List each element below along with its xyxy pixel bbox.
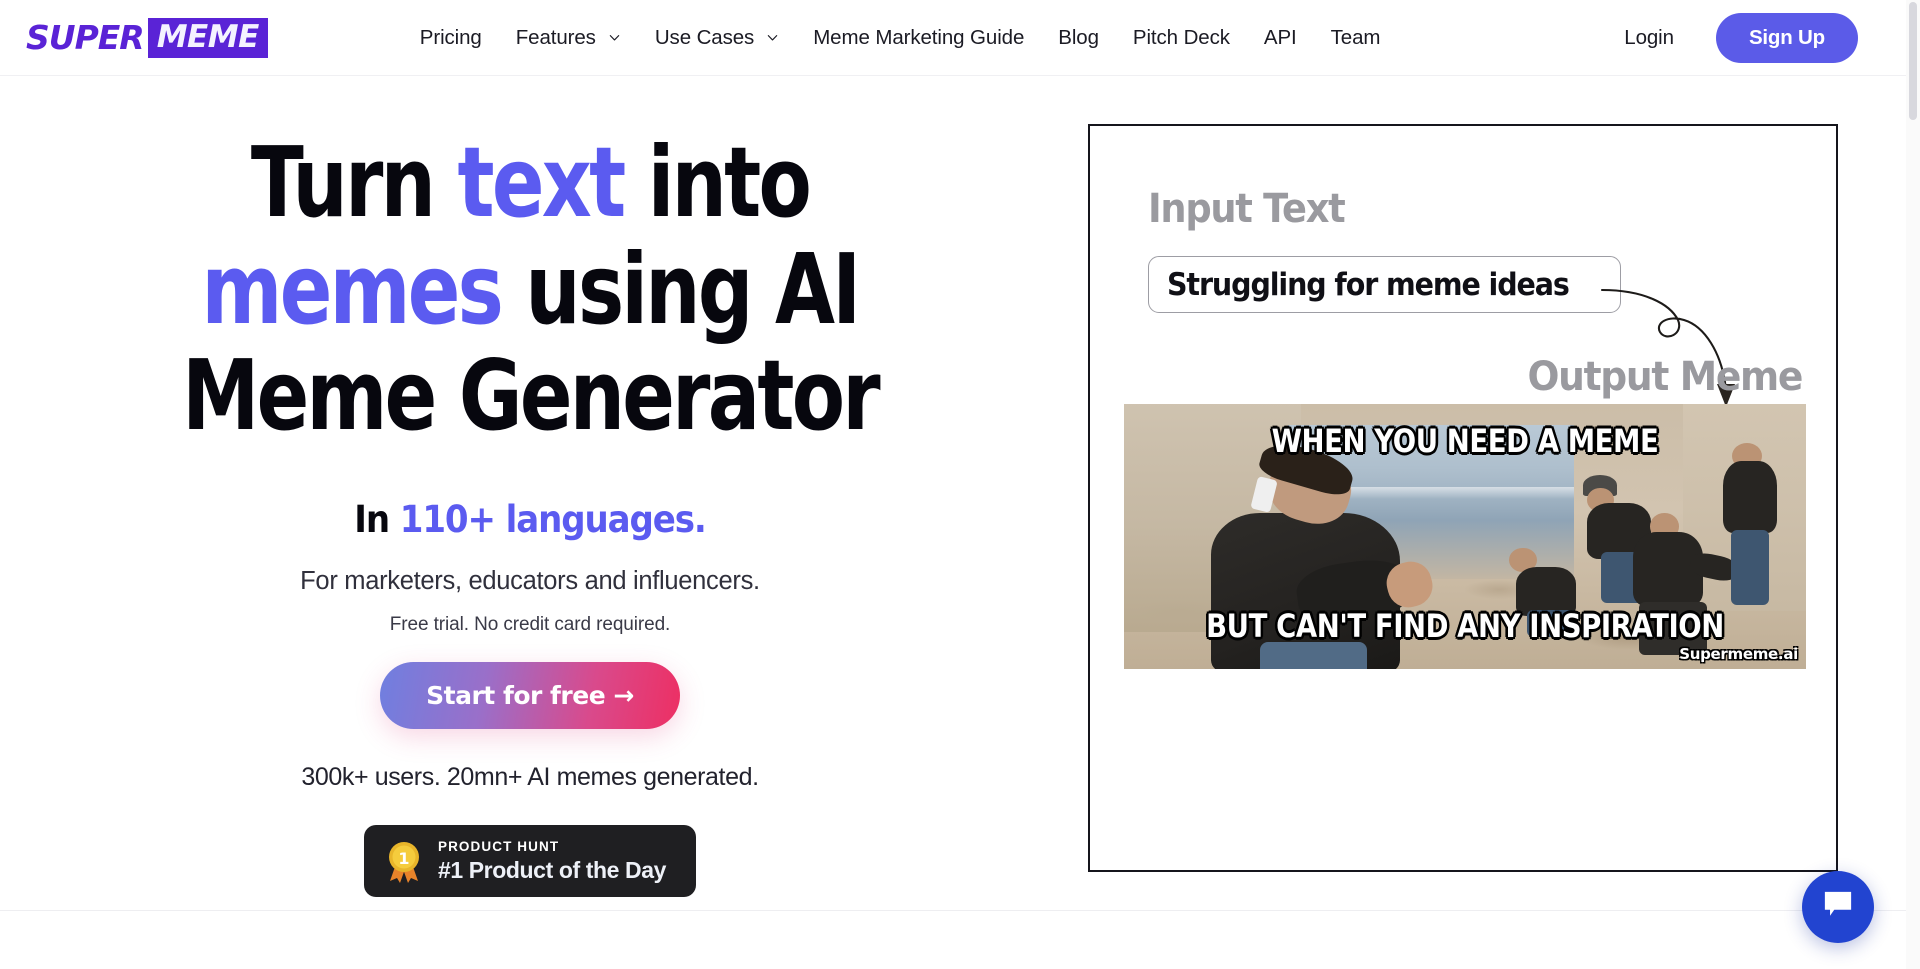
svg-text:1: 1 — [398, 849, 409, 868]
product-hunt-title: #1 Product of the Day — [437, 856, 667, 883]
nav-item-blog[interactable]: Blog — [1041, 18, 1116, 58]
page-title: Turn text into memes using AI Meme Gener… — [106, 129, 954, 453]
signup-button[interactable]: Sign Up — [1715, 12, 1858, 63]
logo-text-meme: MEME — [156, 18, 260, 55]
chat-bubble-icon — [1822, 890, 1854, 925]
scrollbar-thumb[interactable] — [1909, 2, 1917, 120]
headline-part: Turn — [250, 126, 458, 239]
usage-stats-text: 300k+ users. 20mn+ AI memes generated. — [301, 763, 759, 792]
nav-item-api[interactable]: API — [1247, 18, 1314, 58]
top-navigation-bar: SUPER MEME Pricing Features Use Cases Me… — [0, 0, 1906, 76]
demo-inner: Input Text Struggling for meme ideas Out… — [1090, 126, 1836, 870]
nav-label: Meme Marketing Guide — [813, 25, 1025, 49]
product-hunt-badge[interactable]: 1 PRODUCT HUNT #1 Product of the Day — [363, 825, 697, 898]
nav-label: Pitch Deck — [1132, 25, 1230, 49]
nav-label: Features — [515, 25, 596, 49]
meme-bottom-caption: BUT CAN'T FIND ANY INSPIRATION — [1206, 607, 1724, 645]
nav-label: Team — [1330, 25, 1381, 49]
supermeme-logo[interactable]: SUPER MEME — [26, 16, 268, 60]
nav-links: Pricing Features Use Cases Meme Marketin… — [403, 18, 1398, 58]
login-link[interactable]: Login — [1604, 18, 1694, 58]
start-for-free-button[interactable]: Start for free → — [380, 662, 680, 730]
product-hunt-texts: PRODUCT HUNT #1 Product of the Day — [438, 839, 666, 884]
meme-top-caption: WHEN YOU NEED A MEME — [1271, 422, 1659, 460]
logo-meme-box: MEME — [147, 17, 268, 58]
generated-meme-image: WHEN YOU NEED A MEME BUT CAN'T FIND ANY … — [1124, 404, 1806, 669]
demo-input-value: Struggling for meme ideas — [1167, 266, 1570, 303]
demo-text-input[interactable]: Struggling for meme ideas — [1148, 256, 1621, 313]
nav-item-use-cases[interactable]: Use Cases — [638, 18, 796, 58]
output-meme-label: Output Meme — [1527, 354, 1803, 400]
foreground-man-headphone — [1250, 475, 1279, 513]
product-hunt-wrapper: 1 PRODUCT HUNT #1 Product of the Day — [0, 825, 1060, 898]
background-figure-standing — [1717, 441, 1785, 606]
headline-line-2: Meme Generator — [182, 339, 881, 453]
nav-item-team[interactable]: Team — [1314, 18, 1398, 58]
nav-item-pricing[interactable]: Pricing — [403, 18, 499, 58]
trial-note: Free trial. No credit card required. — [389, 614, 671, 636]
headline-accent-text: text — [457, 126, 626, 239]
figure-legs — [1730, 529, 1770, 606]
foreground-man-jeans — [1260, 642, 1367, 669]
headline-part: into — [623, 126, 812, 239]
nav-right-actions: Login Sign Up — [1604, 12, 1858, 63]
nav-label: Pricing — [419, 25, 482, 49]
languages-prefix: In — [354, 498, 400, 542]
landing-page: SUPER MEME Pricing Features Use Cases Me… — [0, 0, 1920, 969]
demo-preview-card: Input Text Struggling for meme ideas Out… — [1088, 124, 1838, 872]
product-hunt-kicker: PRODUCT HUNT — [437, 838, 560, 854]
section-divider — [0, 910, 1906, 911]
meme-watermark: Supermeme.ai — [1679, 645, 1798, 663]
cta-wrapper: Start for free → — [0, 662, 1060, 730]
languages-subheading: In 110+ languages. — [42, 498, 1017, 541]
figure-body — [1722, 460, 1778, 534]
audience-text: For marketers, educators and influencers… — [300, 567, 760, 596]
logo-text-super: SUPER — [26, 18, 145, 57]
gold-medal-icon: 1 — [384, 838, 424, 884]
nav-label: Blog — [1058, 25, 1099, 49]
languages-count: 110+ languages. — [399, 498, 707, 542]
headline-part: using AI — [501, 232, 861, 346]
input-text-label: Input Text — [1148, 186, 1346, 232]
nav-label: Use Cases — [654, 25, 755, 49]
page-scrollbar[interactable] — [1906, 0, 1920, 969]
nav-item-meme-marketing-guide[interactable]: Meme Marketing Guide — [796, 18, 1041, 58]
chat-widget-button[interactable] — [1802, 871, 1874, 943]
hero-left-column: Turn text into memes using AI Meme Gener… — [0, 129, 1060, 898]
headline-accent-memes: memes — [201, 232, 504, 346]
chevron-down-icon — [766, 31, 779, 44]
chevron-down-icon — [608, 31, 621, 44]
nav-item-features[interactable]: Features — [499, 18, 638, 58]
nav-item-pitch-deck[interactable]: Pitch Deck — [1116, 18, 1247, 58]
nav-label: API — [1263, 25, 1297, 49]
